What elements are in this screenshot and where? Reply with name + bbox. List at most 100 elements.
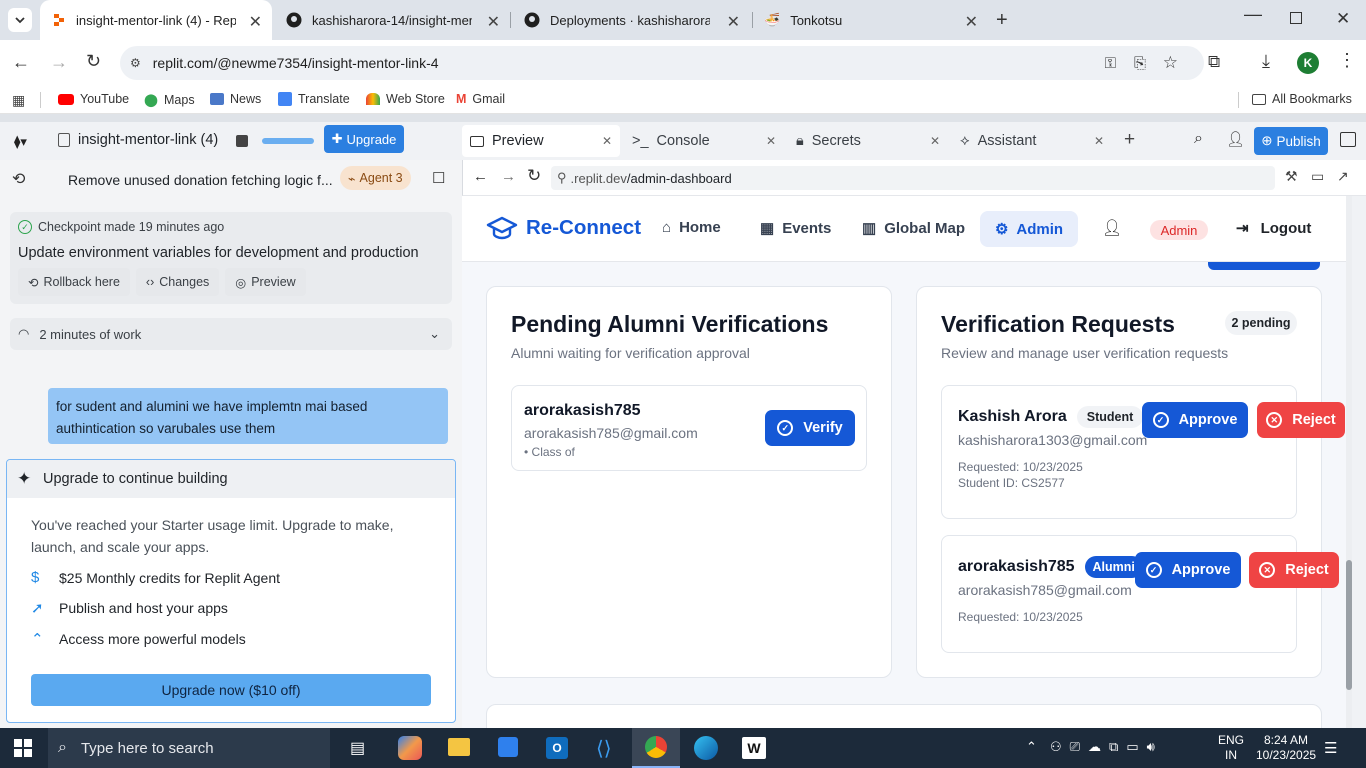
logout-button[interactable]: ⇥ Logout	[1236, 219, 1311, 238]
restore-icon[interactable]	[1290, 12, 1302, 24]
file-explorer-icon[interactable]	[448, 738, 470, 756]
scrollbar-thumb[interactable]	[1346, 560, 1352, 690]
history-icon[interactable]: ⟲	[12, 169, 25, 189]
copilot-icon[interactable]	[398, 736, 422, 760]
close-icon[interactable]: ✕	[1094, 134, 1104, 148]
nav-home[interactable]: ⌂ Home	[662, 219, 721, 236]
bookmark-news[interactable]: News	[210, 92, 261, 106]
notifications-icon[interactable]: ☰	[1324, 739, 1337, 757]
brand-logo[interactable]: Re-Connect	[486, 216, 641, 240]
changes-button[interactable]: ‹› Changes	[135, 268, 220, 296]
add-tab-icon[interactable]: +	[1124, 129, 1135, 151]
reject-button[interactable]: ✕ Reject	[1257, 402, 1345, 438]
open-external-icon[interactable]: ↗	[1337, 168, 1349, 185]
minimize-icon[interactable]: —	[1244, 4, 1262, 25]
verify-button[interactable]: ✓ Verify	[765, 410, 855, 446]
forward-icon[interactable]: →	[50, 52, 68, 73]
publish-button[interactable]: ⊕ Publish	[1254, 127, 1328, 155]
reload-icon[interactable]: ↻	[86, 51, 101, 72]
preview-url-bar[interactable]: ⚲ .replit.dev/admin-dashboard	[551, 166, 1275, 190]
new-tab-button[interactable]: +	[996, 9, 1008, 32]
tab-search-button[interactable]	[8, 8, 32, 32]
vscode-icon[interactable]: ⟨⟩	[596, 736, 612, 761]
language-indicator[interactable]: ENG IN	[1218, 733, 1244, 763]
nav-events[interactable]: ▦ Events	[760, 219, 831, 238]
preview-forward-icon[interactable]: →	[501, 168, 516, 185]
all-bookmarks[interactable]: All Bookmarks	[1252, 92, 1352, 106]
close-tab-icon[interactable]: ✕	[965, 12, 978, 32]
close-tab-icon[interactable]: ✕	[487, 12, 500, 32]
agent-icon: ⌁	[348, 171, 356, 186]
preview-back-icon[interactable]: ←	[473, 168, 488, 185]
user-message-text: for sudent and alumini we have implemtn …	[56, 399, 368, 436]
tab-secrets[interactable]: 🔒︎ Secrets ✕	[796, 125, 946, 157]
bookmark-youtube[interactable]: YouTube	[58, 92, 129, 106]
tab-console[interactable]: >_ Console ✕	[632, 125, 782, 157]
replit-menu-icon[interactable]: ⧫▾	[14, 134, 27, 150]
outlook-icon[interactable]: O	[546, 737, 568, 759]
install-app-icon[interactable]: ⎘	[1134, 55, 1146, 72]
tab-assistant[interactable]: ⟡ Assistant ✕	[960, 125, 1110, 157]
panel-toggle-icon[interactable]	[1340, 132, 1356, 147]
user-icon[interactable]: 👤︎	[1102, 218, 1122, 238]
new-chat-icon[interactable]: ☐	[432, 169, 445, 187]
address-bar[interactable]: ⚙ replit.com/@newme7354/insight-mentor-l…	[120, 46, 1204, 80]
close-icon[interactable]: ✕	[602, 134, 612, 148]
nav-admin[interactable]: ⚙ Admin	[980, 211, 1078, 247]
approve-button[interactable]: ✓ Approve	[1142, 402, 1248, 438]
password-key-icon[interactable]: ⚿	[1105, 55, 1116, 72]
close-icon[interactable]: ✕	[766, 134, 776, 148]
app-icon[interactable]: W	[742, 737, 766, 759]
thread-title[interactable]: Remove unused donation fetching logic f.…	[68, 172, 333, 188]
request-name: arorakasish785	[958, 558, 1075, 575]
approve-button[interactable]: ✓ Approve	[1135, 552, 1241, 588]
device-icon[interactable]: ▭	[1311, 168, 1324, 185]
close-tab-icon[interactable]: ✕	[727, 12, 740, 32]
edge-icon[interactable]	[694, 736, 718, 760]
check-circle-icon: ✓	[1145, 562, 1162, 578]
close-icon[interactable]: ✕	[930, 134, 940, 148]
browser-tab-tonkotsu[interactable]: 🍜 Tonkotsu ✕	[752, 0, 988, 40]
tab-preview[interactable]: Preview ✕	[462, 125, 620, 157]
search-icon[interactable]: ⌕	[1194, 130, 1203, 148]
extensions-icon[interactable]: ⧉	[1208, 52, 1220, 72]
bookmark-web-store[interactable]: Web Store	[366, 92, 445, 106]
back-icon[interactable]: ←	[12, 52, 30, 73]
project-name[interactable]: insight-mentor-link (4)	[58, 132, 218, 148]
start-icon[interactable]	[14, 739, 32, 757]
map-icon: ▥	[862, 220, 877, 237]
reject-button[interactable]: ✕ Reject	[1249, 552, 1339, 588]
apps-grid-icon[interactable]: ▦	[12, 92, 25, 109]
chrome-menu-icon[interactable]: ⋮	[1338, 50, 1356, 71]
bookmark-maps[interactable]: ⬤ Maps	[144, 92, 195, 108]
nav-global-map[interactable]: ▥ Global Map	[862, 219, 965, 238]
bookmark-gmail[interactable]: M Gmail	[456, 92, 505, 106]
clock[interactable]: 8:24 AM 10/23/2025	[1256, 733, 1316, 763]
bookmark-star-icon[interactable]: ☆	[1163, 53, 1178, 73]
invite-icon[interactable]: 👤︎	[1226, 130, 1245, 148]
browser-tab-deployments[interactable]: Deployments · kashisharora-14/ ✕	[512, 0, 750, 40]
tray-icons[interactable]: ⚇⎚☁⧉▭🔊︎	[1050, 739, 1163, 755]
preview-reload-icon[interactable]: ↻	[527, 166, 541, 186]
tray-chevron-icon[interactable]: ⌃	[1026, 739, 1037, 755]
chrome-taskbar-icon[interactable]	[632, 728, 680, 768]
bookmark-translate[interactable]: Translate	[278, 92, 350, 106]
upgrade-button[interactable]: ✚ Upgrade	[324, 125, 404, 153]
close-window-icon[interactable]: ✕	[1336, 9, 1350, 29]
browser-tab-replit[interactable]: insight-mentor-link (4) - Replit ✕	[40, 0, 272, 40]
browser-tab-github[interactable]: kashisharora-14/insight-mentor ✕	[274, 0, 510, 40]
preview-button[interactable]: ◎ Preview	[225, 268, 306, 296]
download-icon[interactable]: ⤓	[1262, 51, 1270, 72]
stop-icon[interactable]	[236, 135, 248, 147]
site-info-icon[interactable]: ⚙	[130, 56, 141, 70]
taskbar-search[interactable]: ⌕ Type here to search	[48, 728, 330, 768]
close-tab-icon[interactable]: ✕	[249, 12, 262, 32]
rollback-button[interactable]: ⟲ Rollback here	[18, 268, 130, 296]
upgrade-now-button[interactable]: Upgrade now ($10 off)	[31, 674, 431, 706]
devtools-icon[interactable]: ⚒	[1285, 168, 1298, 185]
profile-avatar[interactable]: K	[1297, 52, 1319, 74]
work-summary[interactable]: ◠ 2 minutes of work ⌄	[10, 318, 452, 350]
partial-header-button[interactable]	[1208, 262, 1320, 270]
task-view-icon[interactable]: ▤	[350, 738, 365, 758]
store-icon[interactable]	[498, 737, 518, 757]
